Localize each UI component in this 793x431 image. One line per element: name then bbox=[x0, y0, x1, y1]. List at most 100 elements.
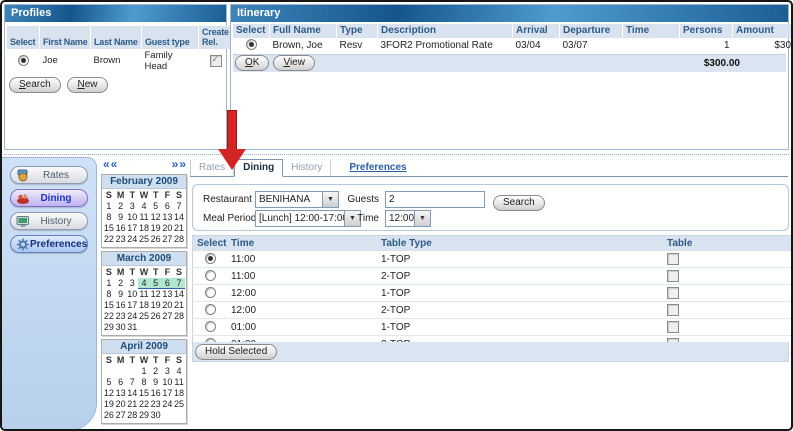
calendar-day[interactable]: 31 bbox=[126, 322, 138, 333]
guests-input[interactable]: 2 bbox=[385, 191, 485, 208]
calendar-day[interactable]: 19 bbox=[150, 300, 162, 311]
calendar-day[interactable]: 29 bbox=[103, 322, 115, 333]
calendar-day[interactable]: 12 bbox=[103, 388, 115, 399]
calendar-day[interactable]: 10 bbox=[126, 212, 138, 223]
sidebar-item-history[interactable]: History bbox=[10, 212, 88, 230]
calendar-day[interactable]: 13 bbox=[115, 388, 127, 399]
calendar-day[interactable]: 8 bbox=[103, 289, 115, 300]
calendar-day[interactable]: 9 bbox=[150, 377, 162, 388]
calendar-day[interactable]: 27 bbox=[162, 311, 174, 322]
calendar-day[interactable]: 8 bbox=[103, 212, 115, 223]
calendar-day[interactable]: 4 bbox=[173, 366, 185, 377]
calendar-day[interactable]: 16 bbox=[115, 300, 127, 311]
calendar-day[interactable]: 3 bbox=[162, 366, 174, 377]
tab-rates[interactable]: Rates bbox=[190, 160, 234, 176]
availability-select-radio[interactable] bbox=[205, 270, 216, 281]
calendar-day[interactable]: 30 bbox=[150, 410, 162, 421]
calendar-day[interactable]: 1 bbox=[138, 366, 150, 377]
calendar-day[interactable]: 20 bbox=[162, 223, 174, 234]
calendar-day[interactable]: 21 bbox=[126, 399, 138, 410]
calendar-day[interactable]: 8 bbox=[138, 377, 150, 388]
calendar-day[interactable]: 5 bbox=[150, 278, 162, 289]
ok-button[interactable]: OK bbox=[235, 55, 269, 71]
calendar-day[interactable]: 30 bbox=[115, 322, 127, 333]
calendar-day[interactable]: 2 bbox=[115, 278, 127, 289]
calendar-day[interactable]: 6 bbox=[162, 201, 174, 212]
calendar-day[interactable]: 28 bbox=[173, 311, 185, 322]
calendar-day[interactable]: 25 bbox=[138, 311, 150, 322]
hold-selected-button[interactable]: Hold Selected bbox=[195, 344, 277, 360]
tab-dining[interactable]: Dining bbox=[234, 159, 283, 177]
availability-table-checkbox[interactable] bbox=[667, 253, 679, 265]
calendar-day[interactable]: 18 bbox=[138, 300, 150, 311]
calendar-day[interactable]: 27 bbox=[162, 234, 174, 245]
calendar-prev-button[interactable]: «« bbox=[103, 158, 118, 171]
calendar-day[interactable]: 11 bbox=[173, 377, 185, 388]
calendar-day[interactable]: 16 bbox=[115, 223, 127, 234]
calendar-day[interactable]: 23 bbox=[150, 399, 162, 410]
new-button[interactable]: New bbox=[67, 77, 107, 93]
calendar-day[interactable]: 20 bbox=[162, 300, 174, 311]
calendar-day[interactable]: 20 bbox=[115, 399, 127, 410]
calendar-day[interactable]: 11 bbox=[138, 212, 150, 223]
calendar-day[interactable]: 10 bbox=[126, 289, 138, 300]
calendar-day[interactable]: 22 bbox=[103, 234, 115, 245]
calendar-next-button[interactable]: »» bbox=[172, 158, 187, 171]
availability-select-radio[interactable] bbox=[205, 253, 216, 264]
calendar-day[interactable]: 23 bbox=[115, 234, 127, 245]
calendar-day[interactable]: 14 bbox=[173, 212, 185, 223]
calendar-day[interactable]: 27 bbox=[115, 410, 127, 421]
calendar-day[interactable]: 23 bbox=[115, 311, 127, 322]
calendar-day[interactable]: 7 bbox=[173, 278, 185, 289]
tab-history[interactable]: History bbox=[283, 160, 331, 176]
calendar-day[interactable]: 24 bbox=[126, 234, 138, 245]
availability-table-checkbox[interactable] bbox=[667, 270, 679, 282]
calendar-day[interactable]: 18 bbox=[138, 223, 150, 234]
dining-search-button[interactable]: Search bbox=[493, 195, 545, 211]
calendar-day[interactable]: 25 bbox=[173, 399, 185, 410]
availability-table-checkbox[interactable] bbox=[667, 304, 679, 316]
calendar-day[interactable]: 28 bbox=[126, 410, 138, 421]
search-button[interactable]: Search bbox=[9, 77, 61, 93]
sidebar-item-dining[interactable]: Dining bbox=[10, 189, 88, 207]
view-button[interactable]: View bbox=[273, 55, 315, 71]
calendar-day[interactable]: 22 bbox=[138, 399, 150, 410]
availability-select-radio[interactable] bbox=[205, 321, 216, 332]
calendar-day[interactable]: 24 bbox=[126, 311, 138, 322]
calendar-day[interactable]: 18 bbox=[173, 388, 185, 399]
calendar-day[interactable]: 29 bbox=[138, 410, 150, 421]
calendar-day[interactable]: 14 bbox=[173, 289, 185, 300]
calendar-day[interactable]: 26 bbox=[103, 410, 115, 421]
calendar-day[interactable]: 26 bbox=[150, 311, 162, 322]
calendar-day[interactable]: 13 bbox=[162, 212, 174, 223]
profile-select-radio[interactable] bbox=[18, 55, 29, 66]
calendar-day[interactable]: 2 bbox=[115, 201, 127, 212]
calendar-day[interactable]: 2 bbox=[150, 366, 162, 377]
calendar-day[interactable]: 19 bbox=[150, 223, 162, 234]
time-select[interactable]: 12:00 ▼ bbox=[385, 210, 431, 227]
availability-select-radio[interactable] bbox=[205, 287, 216, 298]
calendar-day[interactable]: 6 bbox=[162, 278, 174, 289]
calendar-day[interactable]: 15 bbox=[103, 300, 115, 311]
calendar-day[interactable]: 10 bbox=[162, 377, 174, 388]
sidebar-item-preferences[interactable]: Preferences bbox=[10, 235, 88, 253]
calendar-day[interactable]: 19 bbox=[103, 399, 115, 410]
calendar-day[interactable]: 4 bbox=[138, 201, 150, 212]
restaurant-select[interactable]: BENIHANA ▼ bbox=[255, 191, 339, 208]
calendar-day[interactable]: 16 bbox=[150, 388, 162, 399]
sidebar-item-rates[interactable]: Rates bbox=[10, 166, 88, 184]
calendar-day[interactable]: 7 bbox=[126, 377, 138, 388]
calendar-day[interactable]: 24 bbox=[162, 399, 174, 410]
calendar-day[interactable]: 9 bbox=[115, 212, 127, 223]
calendar-day[interactable]: 13 bbox=[162, 289, 174, 300]
calendar-day[interactable]: 22 bbox=[103, 311, 115, 322]
calendar-day[interactable]: 15 bbox=[138, 388, 150, 399]
calendar-day[interactable]: 12 bbox=[150, 289, 162, 300]
calendar-day[interactable]: 7 bbox=[173, 201, 185, 212]
calendar-day[interactable]: 4 bbox=[138, 278, 150, 289]
calendar-day[interactable]: 5 bbox=[150, 201, 162, 212]
calendar-day[interactable]: 6 bbox=[115, 377, 127, 388]
calendar-day[interactable]: 3 bbox=[126, 201, 138, 212]
calendar-day[interactable]: 17 bbox=[126, 300, 138, 311]
availability-table-checkbox[interactable] bbox=[667, 321, 679, 333]
